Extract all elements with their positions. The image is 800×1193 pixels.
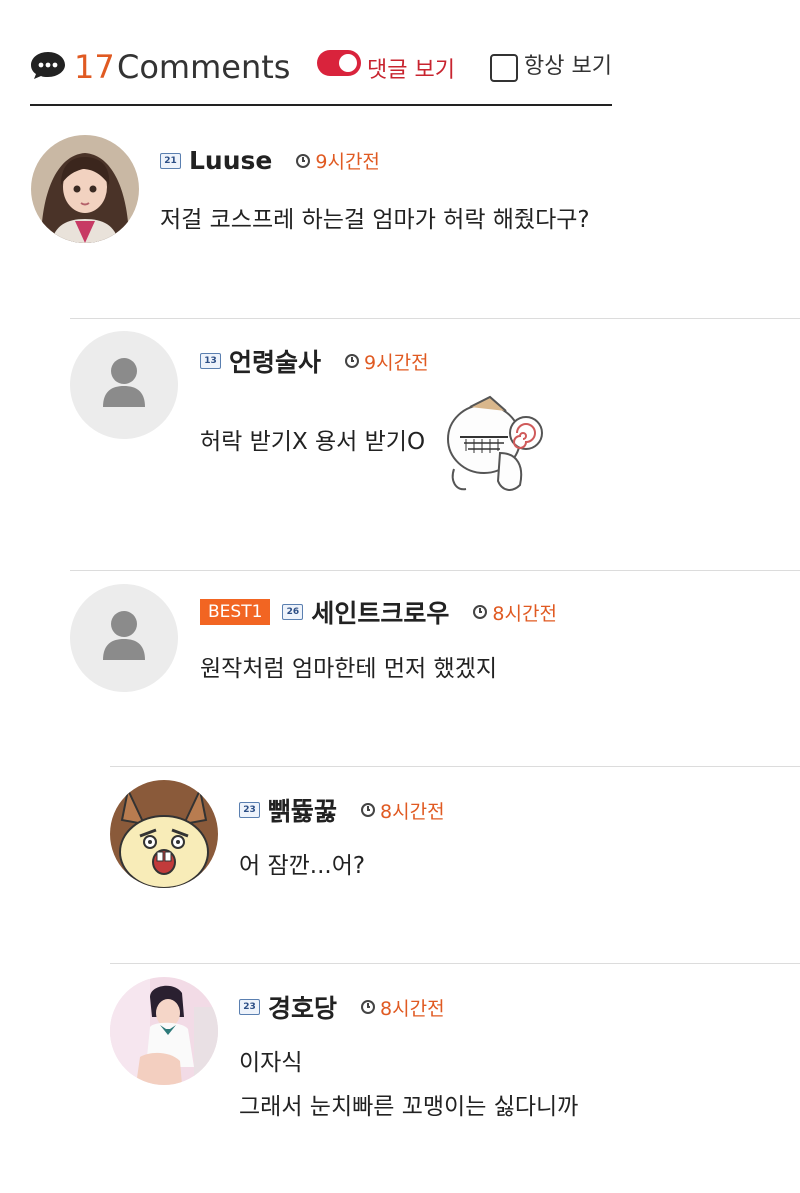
always-show-label[interactable]: 항상 보기: [524, 48, 612, 80]
comments-header: 17 Comments 댓글 보기 항상 보기: [30, 44, 612, 106]
dizzy-character-sticker: [447, 395, 543, 491]
username[interactable]: 세인트크로우: [311, 594, 449, 630]
comment-line: 저걸 코스프레 하는걸 엄마가 허락 해줬다구?: [160, 207, 590, 233]
username[interactable]: Luuse: [189, 146, 272, 175]
comment-meta: BEST1 26 세인트크로우 8시간전: [200, 594, 557, 630]
comment-time: 8시간전: [492, 602, 557, 625]
comment-meta: 13 언령술사 9시간전: [200, 343, 429, 379]
cartoon-face-avatar: [110, 780, 218, 888]
comment-line: 허락 받기X 용서 받기O: [200, 429, 426, 455]
comment-line: 어 잠깐...어?: [239, 853, 366, 879]
clock-icon: [345, 354, 360, 368]
show-comments-label[interactable]: 댓글 보기: [367, 52, 455, 84]
avatar[interactable]: [110, 780, 218, 888]
divider: [110, 963, 800, 964]
divider: [70, 318, 800, 319]
divider: [70, 570, 800, 571]
clock-icon: [473, 605, 488, 619]
comments-title: Comments: [117, 48, 291, 86]
avatar[interactable]: [110, 977, 218, 1085]
comment-text: 어 잠깐...어?: [239, 844, 365, 888]
clock-icon: [361, 1000, 376, 1014]
comment-text: 저걸 코스프레 하는걸 엄마가 허락 해줬다구?: [160, 198, 590, 242]
username[interactable]: 뺅뜛꿇: [268, 792, 337, 828]
level-badge: 21: [160, 152, 181, 169]
username[interactable]: 언령술사: [229, 343, 321, 379]
level-badge: 23: [239, 999, 260, 1015]
comment-meta: 21 Luuse 9시간전: [160, 146, 380, 175]
comment-time: 9시간전: [364, 351, 429, 374]
default-avatar-icon: [70, 584, 178, 692]
photo-avatar: [110, 977, 218, 1085]
default-avatar-icon: [70, 331, 178, 439]
comment-line: 이자식: [239, 1050, 303, 1076]
comment-time: 9시간전: [315, 151, 380, 173]
anime-girl-avatar: [31, 135, 139, 243]
comment-line: 원작처럼 엄마한테 먼저 했겠지: [200, 656, 498, 682]
always-show-checkbox[interactable]: [490, 54, 518, 82]
comment-text: 이자식 그래서 눈치빠른 꼬맹이는 싫다니까: [239, 1041, 578, 1129]
avatar[interactable]: [70, 331, 178, 439]
comment-time: 8시간전: [380, 800, 445, 823]
comment-time: 8시간전: [380, 997, 445, 1020]
best-badge: BEST1: [200, 599, 271, 625]
comment-text: 허락 받기X 용서 받기O: [200, 420, 425, 464]
comment-line: 그래서 눈치빠른 꼬맹이는 싫다니까: [239, 1094, 579, 1120]
level-badge: 23: [239, 802, 260, 818]
speech-bubble-icon: [31, 52, 65, 79]
divider: [110, 766, 800, 767]
comment-meta: 23 뺅뜛꿇 8시간전: [239, 792, 445, 828]
comment-text: 원작처럼 엄마한테 먼저 했겠지: [200, 647, 497, 691]
username[interactable]: 경호당: [268, 989, 337, 1025]
avatar[interactable]: [70, 584, 178, 692]
comment-count: 17: [74, 48, 115, 86]
show-comments-toggle[interactable]: [317, 50, 361, 76]
level-badge: 13: [200, 353, 221, 369]
avatar[interactable]: [31, 135, 139, 243]
clock-icon: [361, 803, 376, 817]
toggle-knob: [339, 54, 357, 72]
comment-meta: 23 경호당 8시간전: [239, 989, 445, 1025]
clock-icon: [296, 153, 311, 168]
level-badge: 26: [282, 604, 304, 620]
